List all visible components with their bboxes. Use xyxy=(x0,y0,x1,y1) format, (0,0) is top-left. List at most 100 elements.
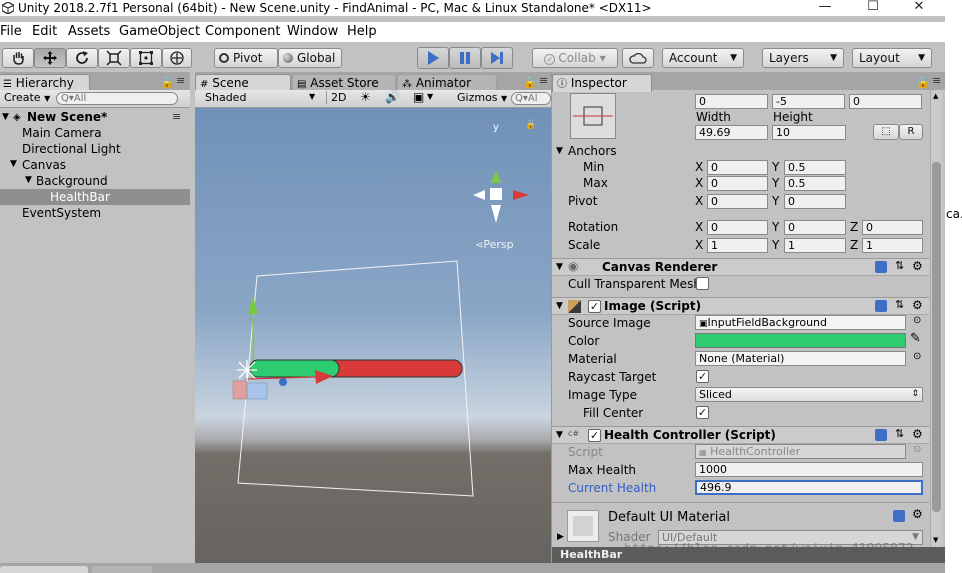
rotation-y-field[interactable]: 0 xyxy=(784,220,846,235)
lock-icon[interactable]: 🔒 xyxy=(523,76,537,89)
scroll-down-icon[interactable]: ▼ xyxy=(933,536,938,544)
pos-y-field[interactable]: -5 xyxy=(772,94,845,109)
expand-arrow-icon[interactable]: ▼ xyxy=(10,159,17,169)
pivot-toggle-button[interactable]: Pivot xyxy=(214,48,278,68)
preset-sliders-icon[interactable]: ⇅ xyxy=(895,427,904,440)
shading-dropdown[interactable]: Shaded xyxy=(205,91,246,104)
expand-arrow-icon[interactable]: ▼ xyxy=(556,262,563,272)
scroll-up-icon[interactable]: ▲ xyxy=(933,92,938,100)
menu-edit[interactable]: Edit xyxy=(32,24,57,40)
blueprint-mode-button[interactable]: ⬚ xyxy=(873,124,899,140)
dropdown-arrow-icon[interactable]: ▼ xyxy=(309,92,315,101)
rotate-tool-button[interactable] xyxy=(66,48,98,68)
pos-x-field[interactable]: 0 xyxy=(695,94,768,109)
max-health-field[interactable]: 1000 xyxy=(695,462,923,477)
list-item[interactable]: Canvas xyxy=(22,157,66,173)
image-type-dropdown[interactable]: Sliced ⇕ xyxy=(695,387,923,402)
scale-z-field[interactable]: 1 xyxy=(862,238,923,253)
hand-tool-button[interactable] xyxy=(2,48,34,68)
move-gizmo-plane-handle[interactable] xyxy=(232,380,248,400)
expand-arrow-icon[interactable]: ▼ xyxy=(25,175,32,185)
list-item[interactable]: Main Camera xyxy=(22,125,102,141)
lock-icon[interactable]: 🔒 xyxy=(525,120,536,130)
pause-button[interactable] xyxy=(449,47,481,69)
menu-file[interactable]: File xyxy=(0,24,22,40)
menu-gameobject[interactable]: GameObject xyxy=(119,24,200,40)
expand-arrow-icon[interactable]: ▼ xyxy=(556,146,563,156)
canvas-renderer-header[interactable]: ▼ ◉ Canvas Renderer ⇅ ⚙ xyxy=(552,258,929,276)
projection-toggle[interactable]: ⋖Persp xyxy=(475,238,514,251)
gear-icon[interactable]: ⚙ xyxy=(912,427,923,441)
pivot-y-field[interactable]: 0 xyxy=(784,194,846,209)
bottom-tab[interactable] xyxy=(92,566,152,573)
expand-arrow-icon[interactable]: ▼ xyxy=(2,109,9,125)
color-swatch[interactable] xyxy=(695,333,906,348)
source-image-field[interactable]: ▣InputFieldBackground xyxy=(695,315,906,330)
gizmos-dropdown[interactable]: Gizmos ▼ xyxy=(457,91,507,104)
audio-toggle-icon[interactable]: 🔊 xyxy=(385,90,400,104)
expand-arrow-icon[interactable]: ▼ xyxy=(556,430,563,440)
help-book-icon[interactable] xyxy=(875,261,887,273)
raw-edit-button[interactable]: R xyxy=(899,124,923,140)
menu-component[interactable]: Component xyxy=(205,24,280,40)
scale-y-field[interactable]: 1 xyxy=(784,238,846,253)
anchor-presets-button[interactable] xyxy=(570,93,616,139)
scale-tool-button[interactable] xyxy=(98,48,130,68)
menu-window[interactable]: Window xyxy=(287,24,338,40)
pivot-x-field[interactable]: 0 xyxy=(707,194,768,209)
list-item[interactable]: EventSystem xyxy=(22,205,101,221)
dropdown-arrow-icon[interactable]: ▼ xyxy=(427,92,433,101)
gear-icon[interactable]: ⚙ xyxy=(912,298,923,312)
help-book-icon[interactable] xyxy=(893,510,905,522)
lock-icon[interactable]: 🔒 xyxy=(916,76,930,89)
anchor-min-y-field[interactable]: 0.5 xyxy=(784,160,846,175)
object-picker-icon[interactable]: ⊙ xyxy=(913,351,921,362)
current-health-field[interactable]: 496.9 xyxy=(695,480,923,495)
panel-menu-icon[interactable]: ≡ xyxy=(539,74,548,87)
account-dropdown[interactable]: Account ▼ xyxy=(662,48,744,68)
width-field[interactable]: 49.69 xyxy=(695,125,768,140)
layers-dropdown[interactable]: Layers ▼ xyxy=(762,48,844,68)
raycast-target-checkbox[interactable]: ✓ xyxy=(696,370,709,383)
help-book-icon[interactable] xyxy=(875,429,887,441)
tab-inspector[interactable]: ⓘ Inspector xyxy=(552,74,652,92)
minimize-button[interactable]: — xyxy=(802,0,848,16)
material-field[interactable]: None (Material) xyxy=(695,351,906,366)
transform-tool-button[interactable] xyxy=(162,48,192,68)
eyedropper-icon[interactable]: ✎ xyxy=(910,331,921,346)
move-tool-button[interactable] xyxy=(34,48,66,68)
rotation-x-field[interactable]: 0 xyxy=(707,220,768,235)
maximize-button[interactable]: ☐ xyxy=(850,0,896,16)
list-item[interactable]: Background xyxy=(36,173,108,189)
lock-icon[interactable]: 🔒 xyxy=(160,76,174,89)
help-book-icon[interactable] xyxy=(875,300,887,312)
list-item[interactable]: Directional Light xyxy=(22,141,121,157)
health-controller-header[interactable]: ▼ c# ✓ Health Controller (Script) ⇅ ⚙ xyxy=(552,426,929,444)
gear-icon[interactable]: ⚙ xyxy=(912,259,923,273)
panel-menu-icon[interactable]: ≡ xyxy=(176,74,185,87)
fill-center-checkbox[interactable]: ✓ xyxy=(696,406,709,419)
gear-icon[interactable]: ⚙ xyxy=(912,507,923,521)
step-button[interactable] xyxy=(481,47,513,69)
play-button[interactable] xyxy=(417,47,449,69)
menu-assets[interactable]: Assets xyxy=(68,24,110,40)
scene-search-input[interactable] xyxy=(511,92,551,105)
bottom-tab[interactable] xyxy=(0,566,88,573)
global-toggle-button[interactable]: Global xyxy=(278,48,342,68)
rect-tool-button[interactable] xyxy=(130,48,162,68)
list-item[interactable]: HealthBar xyxy=(50,189,110,205)
cull-transparent-checkbox[interactable] xyxy=(696,277,709,290)
move-gizmo-z-handle[interactable] xyxy=(279,378,287,386)
object-picker-icon[interactable]: ⊙ xyxy=(913,315,921,326)
panel-menu-icon[interactable]: ≡ xyxy=(932,74,941,87)
image-component-header[interactable]: ▼ ✓ Image (Script) ⇅ ⚙ xyxy=(552,297,929,315)
move-gizmo-plane-handle[interactable] xyxy=(246,382,268,400)
expand-arrow-icon[interactable]: ▼ xyxy=(556,301,563,311)
orientation-gizmo[interactable] xyxy=(473,170,529,223)
create-dropdown[interactable]: Create ▼ xyxy=(4,91,50,104)
move-gizmo-y-arrow[interactable] xyxy=(248,296,258,314)
rotation-z-field[interactable]: 0 xyxy=(862,220,923,235)
light-toggle-icon[interactable]: ☀ xyxy=(360,90,371,104)
collab-button[interactable]: ✓ Collab ▾ xyxy=(532,48,618,68)
anchor-max-y-field[interactable]: 0.5 xyxy=(784,176,846,191)
